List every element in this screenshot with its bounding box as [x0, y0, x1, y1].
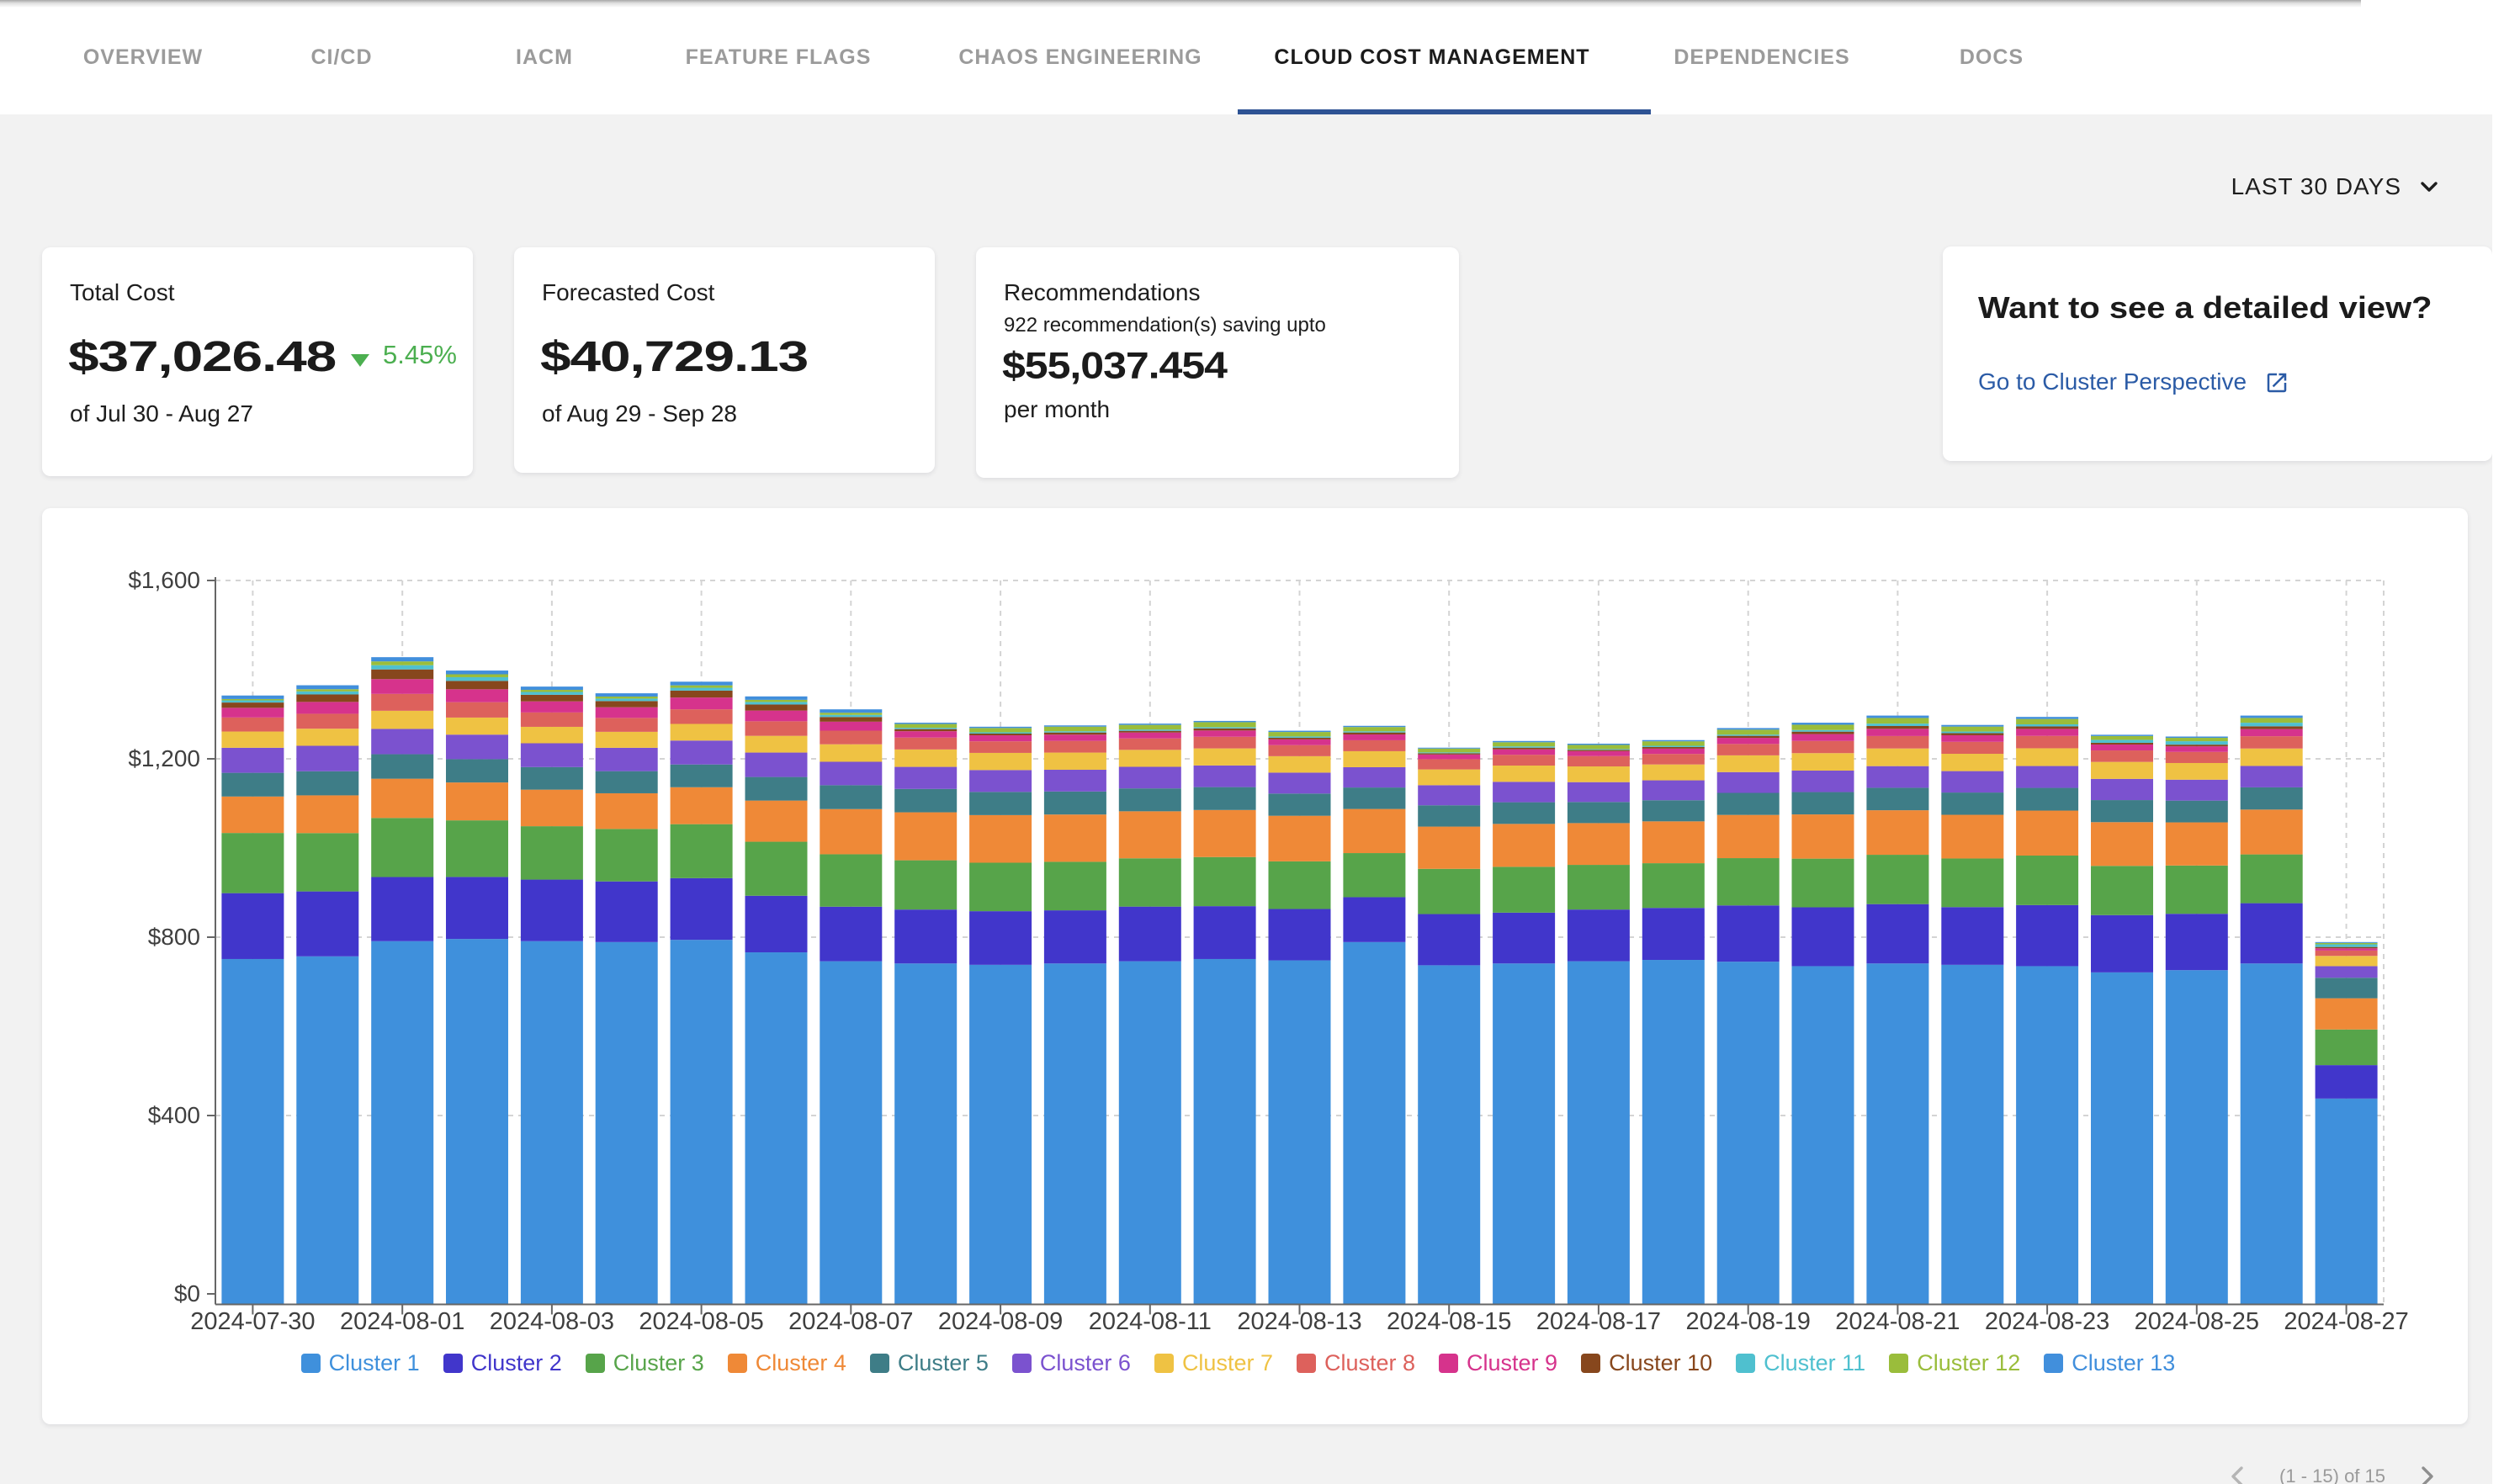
svg-text:2024-08-19: 2024-08-19 [1686, 1308, 1811, 1335]
svg-text:$1,600: $1,600 [128, 567, 200, 593]
svg-text:2024-08-23: 2024-08-23 [1985, 1308, 2109, 1335]
svg-text:2024-08-01: 2024-08-01 [340, 1308, 464, 1335]
svg-text:2024-08-03: 2024-08-03 [490, 1308, 614, 1335]
svg-text:2024-08-13: 2024-08-13 [1237, 1308, 1361, 1335]
svg-text:2024-08-05: 2024-08-05 [639, 1308, 763, 1335]
svg-text:2024-07-30: 2024-07-30 [190, 1308, 315, 1335]
svg-text:2024-08-07: 2024-08-07 [788, 1308, 913, 1335]
svg-text:2024-08-25: 2024-08-25 [2135, 1308, 2259, 1335]
svg-text:$800: $800 [148, 924, 200, 950]
svg-text:$1,200: $1,200 [128, 745, 200, 771]
svg-text:$400: $400 [148, 1102, 200, 1128]
svg-text:2024-08-17: 2024-08-17 [1536, 1308, 1661, 1335]
svg-text:2024-08-11: 2024-08-11 [1089, 1308, 1212, 1335]
svg-text:$0: $0 [174, 1280, 200, 1306]
svg-text:2024-08-27: 2024-08-27 [2284, 1308, 2408, 1335]
svg-text:2024-08-09: 2024-08-09 [938, 1308, 1063, 1335]
svg-text:2024-08-15: 2024-08-15 [1387, 1308, 1511, 1335]
svg-text:2024-08-21: 2024-08-21 [1835, 1308, 1960, 1335]
